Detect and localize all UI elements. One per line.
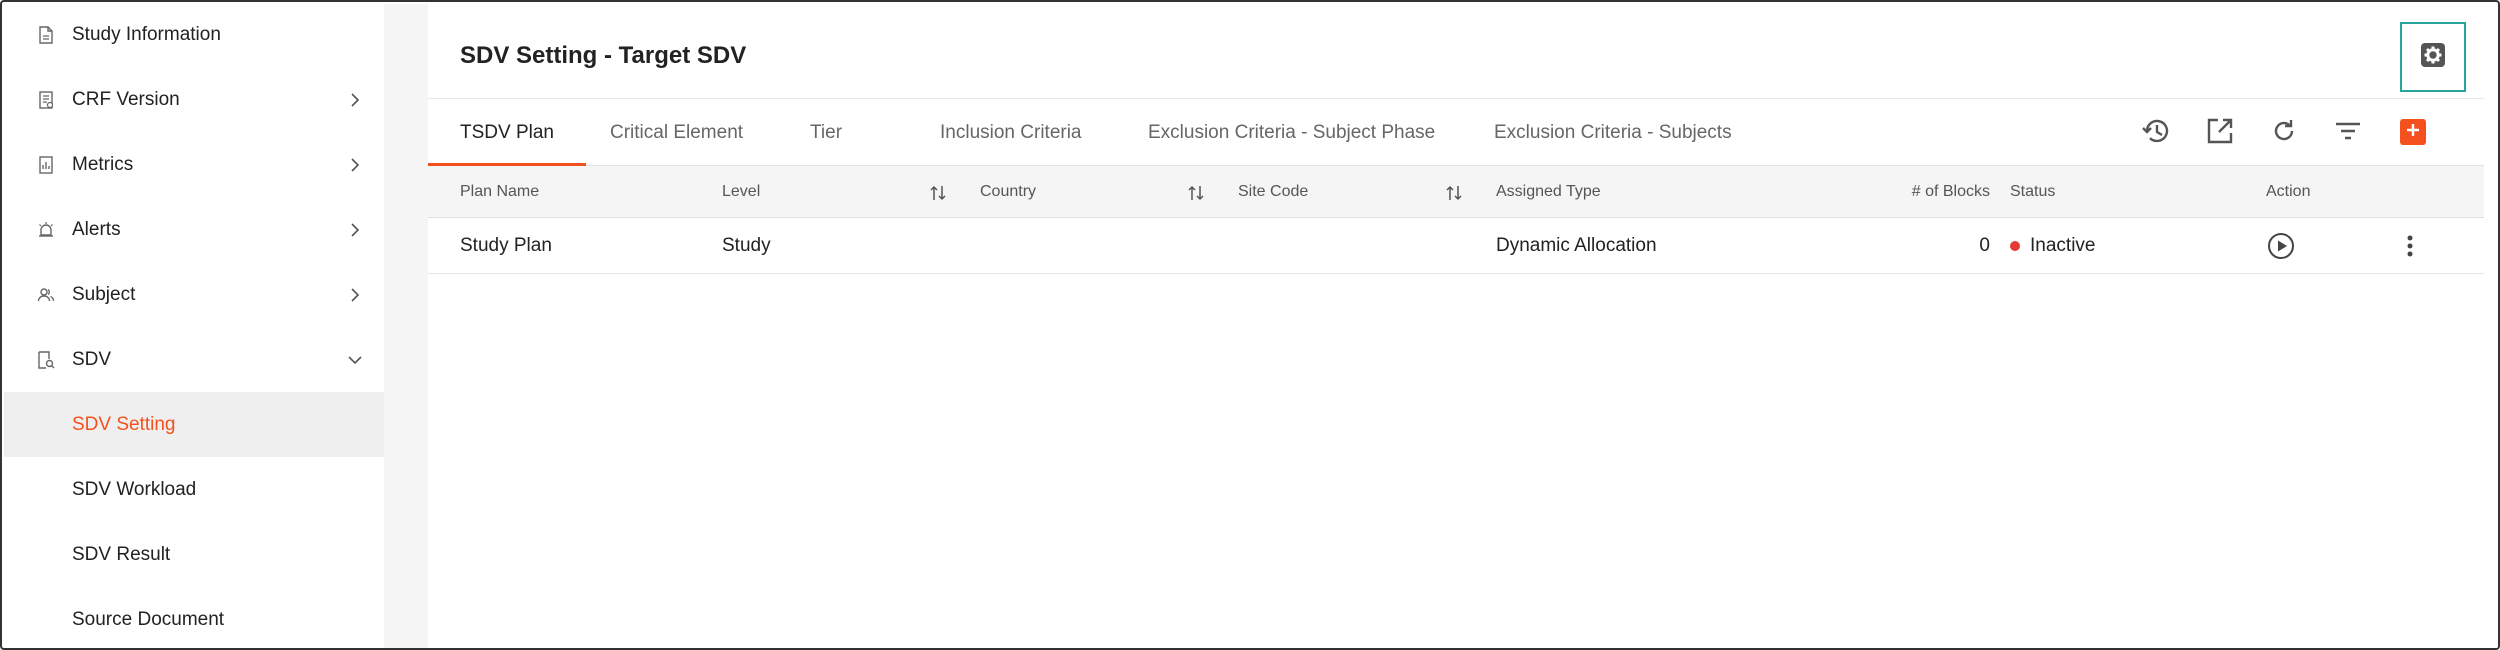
column-header-country: Country bbox=[980, 183, 1037, 200]
column-header-action: Action bbox=[2266, 183, 2311, 200]
more-vertical-icon bbox=[2406, 234, 2414, 258]
export-button[interactable] bbox=[2202, 115, 2238, 151]
column-header-plan-name: Plan Name bbox=[460, 183, 540, 200]
status-dot bbox=[2010, 241, 2020, 251]
tab-tier[interactable]: Tier bbox=[778, 99, 874, 166]
sidebar-item-sdv-result[interactable]: SDV Result bbox=[4, 522, 384, 587]
cell-level: Study bbox=[722, 235, 771, 256]
sidebar-item-label: SDV Setting bbox=[72, 413, 176, 435]
refresh-icon bbox=[2270, 117, 2298, 150]
history-button[interactable] bbox=[2138, 115, 2174, 151]
plus-icon bbox=[2405, 122, 2421, 143]
sidebar-item-crf-version[interactable]: CRF Version bbox=[4, 67, 384, 132]
cell-plan-name: Study Plan bbox=[460, 235, 552, 256]
table-row[interactable]: Study Plan Study Dynamic Allocation 0 In… bbox=[428, 218, 2484, 274]
gear-square-icon bbox=[2420, 42, 2446, 73]
page-title: SDV Setting - Target SDV bbox=[460, 42, 747, 69]
app-window: Study Information CRF Version Metrics Al… bbox=[0, 0, 2500, 650]
sidebar-item-source-document[interactable]: Source Document bbox=[4, 587, 384, 648]
filter-icon bbox=[2334, 120, 2362, 147]
cell-action bbox=[2266, 218, 2296, 274]
sort-icon[interactable] bbox=[1446, 184, 1462, 202]
cell-status: Inactive bbox=[2010, 218, 2095, 274]
document-icon bbox=[36, 25, 56, 45]
tab-label: Critical Element bbox=[610, 121, 744, 143]
tab-label: Exclusion Criteria - Subject Phase bbox=[1148, 121, 1436, 143]
history-icon bbox=[2141, 117, 2171, 150]
sidebar-item-label: SDV Workload bbox=[72, 478, 197, 500]
sidebar-item-label: Metrics bbox=[72, 153, 134, 175]
chevron-right-icon bbox=[348, 157, 362, 172]
sidebar-item-study-information[interactable]: Study Information bbox=[4, 2, 384, 67]
column-header-status: Status bbox=[2010, 183, 2056, 200]
sidebar-item-label: Source Document bbox=[72, 608, 225, 630]
tab-exclusion-criteria-subjects[interactable]: Exclusion Criteria - Subjects bbox=[1462, 99, 1764, 166]
sidebar-item-sdv[interactable]: SDV bbox=[4, 327, 384, 392]
sidebar-item-label: Alerts bbox=[72, 218, 121, 240]
sort-icon[interactable] bbox=[1188, 184, 1204, 202]
tab-exclusion-criteria-subject-phase[interactable]: Exclusion Criteria - Subject Phase bbox=[1116, 99, 1467, 166]
form-list-icon bbox=[36, 90, 56, 110]
tab-critical-element[interactable]: Critical Element bbox=[578, 99, 775, 166]
settings-button[interactable] bbox=[2400, 22, 2466, 92]
tab-label: Tier bbox=[810, 121, 843, 143]
tab-bar: TSDV Plan Critical Element Tier Inclusio… bbox=[428, 98, 2484, 167]
column-header-level: Level bbox=[722, 183, 761, 200]
filter-button[interactable] bbox=[2330, 115, 2366, 151]
users-icon bbox=[36, 285, 56, 305]
table-header: Plan Name Level Country Site Code Assign… bbox=[428, 166, 2484, 218]
tab-inclusion-criteria[interactable]: Inclusion Criteria bbox=[908, 99, 1114, 166]
sidebar-item-sdv-setting[interactable]: SDV Setting bbox=[4, 392, 384, 457]
sidebar-item-label: SDV bbox=[72, 348, 112, 370]
sidebar-gutter bbox=[384, 4, 428, 648]
tab-label: Exclusion Criteria - Subjects bbox=[1494, 121, 1732, 143]
sidebar-item-label: Study Information bbox=[72, 23, 221, 45]
cell-blocks: 0 bbox=[1979, 235, 1990, 256]
open-external-icon bbox=[2206, 117, 2234, 150]
main-content: SDV Setting - Target SDV TSDV Plan Criti… bbox=[428, 4, 2498, 648]
play-circle-icon[interactable] bbox=[2266, 231, 2296, 261]
sidebar-item-label: SDV Result bbox=[72, 543, 171, 565]
sidebar-item-label: CRF Version bbox=[72, 88, 180, 110]
sidebar-item-alerts[interactable]: Alerts bbox=[4, 197, 384, 262]
column-header-assigned-type: Assigned Type bbox=[1496, 183, 1601, 200]
table-empty-area bbox=[428, 274, 2484, 648]
document-search-icon bbox=[36, 350, 56, 370]
add-plan-button[interactable] bbox=[2400, 119, 2426, 145]
tab-label: Inclusion Criteria bbox=[940, 121, 1082, 143]
sidebar-item-subject[interactable]: Subject bbox=[4, 262, 384, 327]
refresh-button[interactable] bbox=[2266, 115, 2302, 151]
sort-icon[interactable] bbox=[930, 184, 946, 202]
chevron-right-icon bbox=[348, 222, 362, 237]
chevron-down-icon bbox=[348, 353, 362, 367]
sidebar-item-label: Subject bbox=[72, 283, 136, 305]
metrics-icon bbox=[36, 155, 56, 175]
row-more-menu[interactable] bbox=[2406, 218, 2414, 274]
sidebar-item-metrics[interactable]: Metrics bbox=[4, 132, 384, 197]
status-text: Inactive bbox=[2030, 235, 2096, 256]
sidebar: Study Information CRF Version Metrics Al… bbox=[4, 4, 384, 648]
tab-tsdv-plan[interactable]: TSDV Plan bbox=[428, 99, 586, 167]
chevron-right-icon bbox=[348, 287, 362, 302]
column-header-blocks: # of Blocks bbox=[1911, 183, 1990, 200]
alarm-icon bbox=[36, 220, 56, 240]
chevron-right-icon bbox=[348, 92, 362, 107]
cell-assigned-type: Dynamic Allocation bbox=[1496, 235, 1657, 256]
column-header-site-code: Site Code bbox=[1238, 183, 1309, 200]
sidebar-item-sdv-workload[interactable]: SDV Workload bbox=[4, 457, 384, 522]
tab-label: TSDV Plan bbox=[460, 121, 554, 143]
